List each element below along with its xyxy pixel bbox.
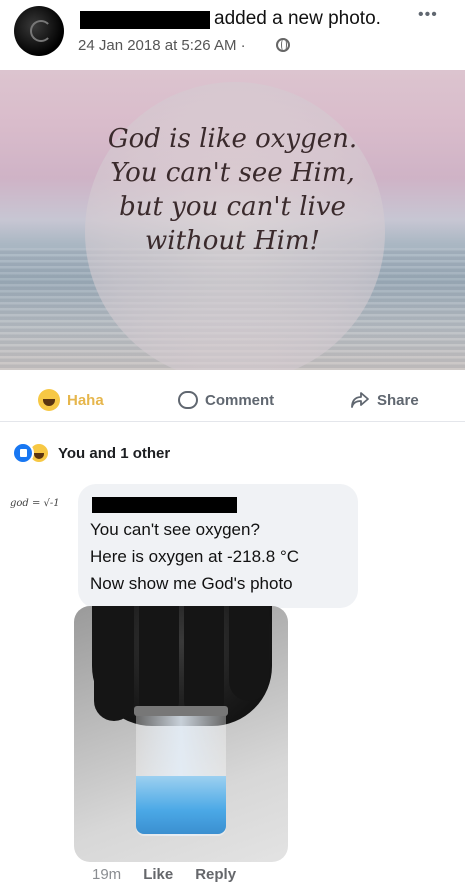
ellipsis-icon[interactable]: ••• [418, 6, 438, 24]
post-action-bar: Haha Comment Share [0, 378, 465, 422]
glove-finger [94, 606, 134, 721]
comment-reply-button[interactable]: Reply [195, 866, 236, 883]
quote-line: You can't see Him, [110, 158, 355, 188]
comment-attached-photo[interactable] [74, 606, 288, 862]
haha-label: Haha [67, 391, 104, 409]
comment-label: Comment [205, 391, 275, 409]
quote-line: but you can't live [119, 192, 346, 222]
glove-finger [184, 606, 224, 721]
liquid-oxygen [136, 776, 226, 834]
comment-time[interactable]: 19m [92, 866, 121, 883]
quote-line: God is like oxygen. [107, 124, 358, 154]
post-photo[interactable]: God is like oxygen. You can't see Him, b… [0, 70, 465, 370]
poster-avatar[interactable] [14, 6, 64, 56]
haha-icon [38, 389, 60, 411]
comment-like-button[interactable]: Like [143, 866, 173, 883]
globe-icon [276, 38, 290, 52]
comment-text-line: Now show me God's photo [90, 574, 293, 593]
reactions-summary[interactable]: You and 1 other [12, 440, 170, 466]
glove-finger [229, 606, 269, 701]
redacted-poster-name [80, 11, 210, 29]
share-button[interactable]: Share [350, 388, 419, 412]
comment-actions: 19m Like Reply [92, 866, 236, 883]
reactions-text: You and 1 other [58, 444, 171, 462]
comment-text-line: You can't see oxygen? [90, 520, 260, 539]
quote-text: God is like oxygen. You can't see Him, b… [60, 122, 405, 258]
post-header: added a new photo. ••• 24 Jan 2018 at 5:… [0, 0, 465, 70]
commenter-avatar[interactable]: god = √-1 [10, 498, 64, 522]
share-icon [351, 392, 369, 408]
post-timestamp[interactable]: 24 Jan 2018 at 5:26 AM · [78, 37, 246, 54]
vial-rim [134, 706, 228, 716]
comment-button[interactable]: Comment [178, 388, 274, 412]
post-action-text: added a new photo. [214, 8, 381, 29]
glove-finger [139, 606, 179, 721]
redacted-commenter-name [92, 497, 237, 513]
quote-line: without Him! [145, 226, 320, 256]
comment-icon [178, 391, 198, 409]
haha-button[interactable]: Haha [38, 388, 104, 412]
share-label: Share [377, 391, 419, 409]
comment-text-line: Here is oxygen at -218.8 °C [90, 547, 300, 566]
like-reaction-icon [12, 442, 34, 464]
